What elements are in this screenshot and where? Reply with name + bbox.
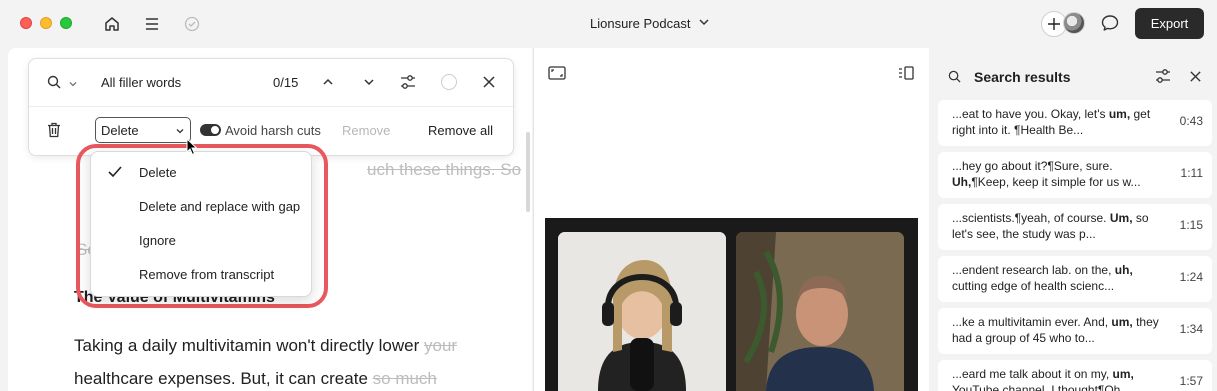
transcript-line[interactable]: healthcare expenses. But, it can create … [74, 369, 437, 389]
next-match-button[interactable] [362, 75, 376, 92]
close-icon[interactable] [482, 75, 496, 92]
search-result-item[interactable]: ...eard me talk about it on my, um, YouT… [938, 360, 1212, 391]
filter-settings-icon[interactable] [1154, 67, 1172, 88]
transcript-text[interactable]: Taking a daily multivitamin won't direct… [74, 336, 419, 355]
avoid-harsh-cuts-label: Avoid harsh cuts [225, 123, 321, 138]
filler-action-select[interactable]: Delete [95, 117, 191, 143]
transcript-struck-text[interactable]: so much [373, 369, 437, 388]
search-result-item[interactable]: ...eat to have you. Okay, let's um, get … [938, 100, 1212, 146]
search-result-time: 1:11 [1180, 166, 1203, 180]
transcript-text[interactable]: healthcare expenses. But, it can create [74, 369, 368, 388]
find-filler-words-bar: All filler words 0/15 Delete Avoid harsh… [28, 58, 514, 156]
menu-item-delete-replace-gap[interactable]: Delete and replace with gap [139, 199, 300, 214]
check-circle-icon[interactable] [180, 12, 204, 36]
video-frame[interactable] [545, 218, 918, 391]
export-button[interactable]: Export [1135, 8, 1204, 39]
search-result-item[interactable]: ...endent research lab. on the, uh, cutt… [938, 256, 1212, 302]
transcript-struck-text[interactable]: your [424, 336, 457, 355]
search-result-snippet: ...scientists.¶yeah, of course. Um, so l… [952, 211, 1149, 241]
checkmark-icon [107, 165, 123, 182]
document-title[interactable]: Lionsure Podcast [590, 16, 690, 31]
menu-icon[interactable] [140, 12, 164, 36]
editor-scrollbar[interactable] [526, 132, 530, 212]
search-result-time: 1:24 [1179, 270, 1203, 284]
search-result-snippet: ...eard me talk about it on my, um, YouT… [952, 367, 1134, 391]
aspect-ratio-icon[interactable] [548, 66, 566, 83]
window-maximize-button[interactable] [60, 17, 72, 29]
chevron-down-icon[interactable] [697, 15, 711, 32]
speaker-video-right [736, 232, 904, 391]
filter-settings-icon[interactable] [399, 73, 417, 94]
search-icon [948, 70, 961, 86]
search-result-time: 1:15 [1179, 218, 1203, 232]
filler-action-menu: Delete Delete and replace with gap Ignor… [90, 151, 312, 297]
previous-match-button[interactable] [321, 75, 335, 92]
match-count: 0/15 [273, 75, 299, 90]
search-icon[interactable] [47, 75, 61, 92]
chevron-down-icon [175, 124, 185, 139]
search-result-snippet: ...endent research lab. on the, uh, cutt… [952, 263, 1133, 293]
close-icon[interactable] [1189, 70, 1202, 86]
search-result-snippet: ...ke a multivitamin ever. And, um, they… [952, 315, 1159, 345]
filler-action-value: Delete [101, 123, 139, 138]
video-preview-panel [533, 48, 929, 391]
search-result-time: 1:34 [1179, 322, 1203, 336]
search-result-snippet: ...hey go about it?¶Sure, sure. Uh,¶Keep… [952, 159, 1141, 189]
trash-icon[interactable] [47, 122, 61, 141]
search-results-panel: Search results ...eat to have you. Okay,… [930, 48, 1217, 391]
layout-panel-icon[interactable] [898, 66, 914, 83]
search-result-snippet: ...eat to have you. Okay, let's um, get … [952, 107, 1151, 137]
comment-icon[interactable] [1099, 12, 1121, 37]
mouse-cursor-icon [186, 137, 198, 159]
window-close-button[interactable] [20, 17, 32, 29]
remove-button[interactable]: Remove [342, 123, 390, 138]
search-result-item[interactable]: ...ke a multivitamin ever. And, um, they… [938, 308, 1212, 354]
menu-item-ignore[interactable]: Ignore [139, 233, 176, 248]
loading-indicator-icon [441, 74, 457, 90]
transcript-line[interactable]: Taking a daily multivitamin won't direct… [74, 336, 457, 356]
menu-item-remove-from-transcript[interactable]: Remove from transcript [139, 267, 274, 282]
find-query-field[interactable]: All filler words [101, 75, 181, 90]
transcript-struck-text[interactable]: uch these things. So [367, 160, 521, 180]
search-result-item[interactable]: ...scientists.¶yeah, of course. Um, so l… [938, 204, 1212, 250]
search-results-title: Search results [974, 69, 1071, 85]
window-minimize-button[interactable] [40, 17, 52, 29]
search-result-time: 1:57 [1179, 374, 1203, 388]
remove-all-button[interactable]: Remove all [428, 123, 493, 138]
menu-item-delete[interactable]: Delete [139, 165, 177, 180]
find-bar-top-row: All filler words 0/15 [29, 59, 513, 107]
speaker-video-left [558, 232, 726, 391]
home-icon[interactable] [100, 12, 124, 36]
search-result-time: 0:43 [1179, 114, 1203, 128]
title-bar: Lionsure Podcast Export [0, 0, 1217, 48]
chevron-down-icon[interactable] [68, 77, 78, 92]
avoid-harsh-cuts-toggle[interactable] [200, 124, 221, 136]
avatar[interactable] [1063, 12, 1085, 34]
search-result-item[interactable]: ...hey go about it?¶Sure, sure. Uh,¶Keep… [938, 152, 1212, 198]
